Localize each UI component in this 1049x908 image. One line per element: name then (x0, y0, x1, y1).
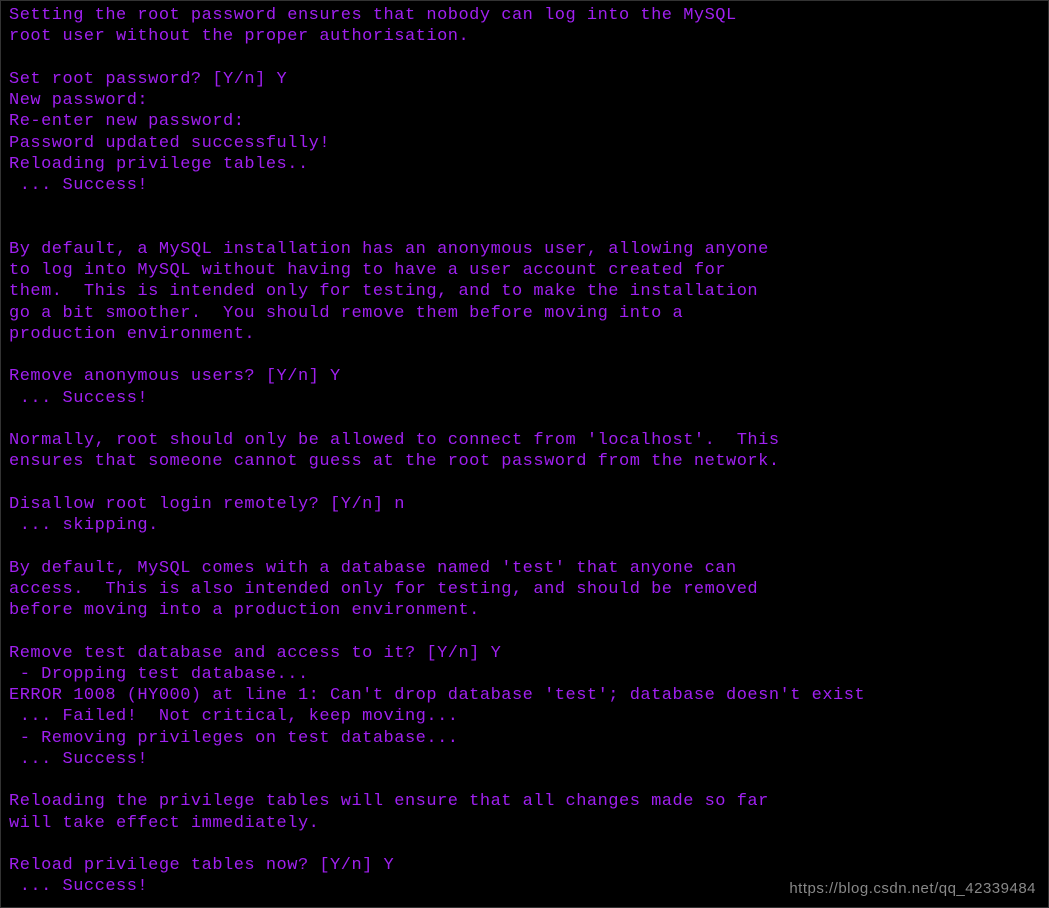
terminal-line: ... skipping. (9, 515, 1040, 536)
terminal-line: Password updated successfully! (9, 133, 1040, 154)
terminal-line (9, 196, 1040, 217)
watermark-text: https://blog.csdn.net/qq_42339484 (789, 880, 1036, 899)
terminal-line (9, 48, 1040, 69)
terminal-line: - Dropping test database... (9, 664, 1040, 685)
terminal-line: Set root password? [Y/n] Y (9, 69, 1040, 90)
terminal-line (9, 536, 1040, 557)
terminal-line (9, 621, 1040, 642)
terminal-line (9, 834, 1040, 855)
terminal-line: Reloading privilege tables.. (9, 154, 1040, 175)
terminal-line: Reload privilege tables now? [Y/n] Y (9, 855, 1040, 876)
terminal-line: root user without the proper authorisati… (9, 26, 1040, 47)
terminal-line: Setting the root password ensures that n… (9, 5, 1040, 26)
terminal-line: will take effect immediately. (9, 813, 1040, 834)
terminal-line: them. This is intended only for testing,… (9, 281, 1040, 302)
terminal-line (9, 770, 1040, 791)
terminal-line: ERROR 1008 (HY000) at line 1: Can't drop… (9, 685, 1040, 706)
terminal-line: Disallow root login remotely? [Y/n] n (9, 494, 1040, 515)
terminal-line: - Removing privileges on test database..… (9, 728, 1040, 749)
terminal-line: ... Success! (9, 749, 1040, 770)
terminal-line: access. This is also intended only for t… (9, 579, 1040, 600)
terminal-line: before moving into a production environm… (9, 600, 1040, 621)
terminal-line (9, 345, 1040, 366)
terminal-line: ... Failed! Not critical, keep moving... (9, 706, 1040, 727)
terminal-line: By default, a MySQL installation has an … (9, 239, 1040, 260)
terminal-line: ... Success! (9, 388, 1040, 409)
terminal-line: Remove test database and access to it? [… (9, 643, 1040, 664)
terminal-line: New password: (9, 90, 1040, 111)
terminal-line: production environment. (9, 324, 1040, 345)
terminal-line (9, 409, 1040, 430)
terminal-line: go a bit smoother. You should remove the… (9, 303, 1040, 324)
terminal-line: ... Success! (9, 175, 1040, 196)
terminal-line: By default, MySQL comes with a database … (9, 558, 1040, 579)
terminal-line: Reloading the privilege tables will ensu… (9, 791, 1040, 812)
terminal-line: ensures that someone cannot guess at the… (9, 451, 1040, 472)
terminal-line (9, 473, 1040, 494)
terminal-output[interactable]: Setting the root password ensures that n… (9, 5, 1040, 898)
terminal-line: Remove anonymous users? [Y/n] Y (9, 366, 1040, 387)
terminal-line: Re-enter new password: (9, 111, 1040, 132)
terminal-line: to log into MySQL without having to have… (9, 260, 1040, 281)
terminal-line: Normally, root should only be allowed to… (9, 430, 1040, 451)
terminal-line (9, 218, 1040, 239)
